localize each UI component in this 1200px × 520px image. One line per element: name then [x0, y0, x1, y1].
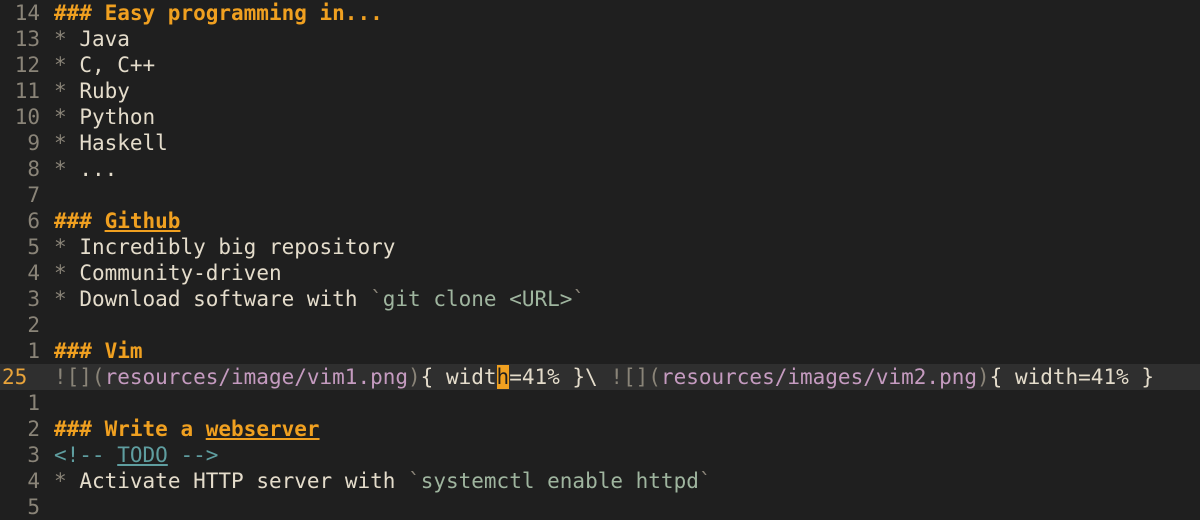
- line-number: 7: [27, 183, 40, 207]
- editor-line[interactable]: 1: [0, 390, 1200, 416]
- line-number: 13: [14, 27, 40, 51]
- list-bullet: *: [54, 53, 67, 77]
- line-number: 1: [27, 391, 40, 415]
- comment-close: -->: [167, 443, 219, 467]
- line-number: 11: [14, 79, 40, 103]
- editor-line[interactable]: 12 * C, C++: [0, 52, 1200, 78]
- list-item-text: Java: [79, 27, 130, 51]
- list-bullet: *: [54, 261, 67, 285]
- line-number: 9: [27, 131, 40, 155]
- heading-marker: ###: [54, 1, 92, 25]
- editor-line[interactable]: 10 * Python: [0, 104, 1200, 130]
- editor-line[interactable]: 6 ### Github: [0, 208, 1200, 234]
- list-bullet: *: [54, 287, 67, 311]
- editor-line[interactable]: 14 ### Easy programming in...: [0, 0, 1200, 26]
- heading-link: webserver: [205, 417, 320, 441]
- list-item-text: Download software with: [79, 287, 371, 311]
- backtick-open: `: [370, 287, 383, 311]
- list-item-text: Incredibly big repository: [79, 235, 396, 259]
- line-number: 8: [27, 157, 40, 181]
- heading-text: Write a: [104, 417, 206, 441]
- line-number: 5: [27, 495, 40, 519]
- image-path: resources/image/vim1.png: [104, 365, 409, 389]
- text-cursor: h: [496, 365, 510, 389]
- line-number: 4: [27, 261, 40, 285]
- list-item-text: Activate HTTP server with: [79, 469, 409, 493]
- editor-line[interactable]: 5 * Incredibly big repository: [0, 234, 1200, 260]
- line-number: 5: [27, 235, 40, 259]
- editor-line[interactable]: 9 * Haskell: [0, 130, 1200, 156]
- heading-marker: ###: [54, 339, 92, 363]
- list-item-text: Ruby: [79, 79, 130, 103]
- heading-link: Github: [104, 209, 181, 233]
- editor-line[interactable]: 1 ### Vim: [0, 338, 1200, 364]
- inline-code: systemctl enable httpd: [420, 469, 699, 493]
- heading-marker: ###: [54, 417, 92, 441]
- line-number: 2: [27, 417, 40, 441]
- list-bullet: *: [54, 157, 67, 181]
- editor-line[interactable]: 2 ### Write a webserver: [0, 416, 1200, 442]
- heading-text: Vim: [104, 339, 143, 363]
- list-item-text: Haskell: [79, 131, 168, 155]
- current-line-number: 25: [2, 365, 28, 389]
- list-bullet: *: [54, 235, 67, 259]
- image-attributes: =41% }: [509, 365, 586, 389]
- list-item-text: Community-driven: [79, 261, 282, 285]
- editor-line[interactable]: 2: [0, 312, 1200, 338]
- list-item-text: Python: [79, 105, 156, 129]
- list-bullet: *: [54, 79, 67, 103]
- todo-marker: TODO: [117, 443, 168, 467]
- line-number: 14: [14, 1, 40, 25]
- list-bullet: *: [54, 131, 67, 155]
- image-attributes: { widt: [420, 365, 497, 389]
- editor-line[interactable]: 5: [0, 494, 1200, 520]
- comment-open: <!--: [54, 443, 118, 467]
- editor-line[interactable]: 4 * Activate HTTP server with `systemctl…: [0, 468, 1200, 494]
- editor-line[interactable]: 3 * Download software with `git clone <U…: [0, 286, 1200, 312]
- list-item-text: C, C++: [79, 53, 156, 77]
- editor-line[interactable]: 3 <!-- TODO -->: [0, 442, 1200, 468]
- line-number: 10: [14, 105, 40, 129]
- line-number: 6: [27, 209, 40, 233]
- heading-marker: ###: [54, 209, 92, 233]
- inline-code: git clone <URL>: [382, 287, 573, 311]
- image-attributes: { width=41% }: [989, 365, 1155, 389]
- editor-line[interactable]: 7: [0, 182, 1200, 208]
- image-syntax-open: ![](: [610, 365, 661, 389]
- editor-line[interactable]: 8 * ...: [0, 156, 1200, 182]
- line-number: 4: [27, 469, 40, 493]
- line-break-escape: \: [585, 365, 611, 389]
- editor-line[interactable]: 11 * Ruby: [0, 78, 1200, 104]
- backtick-close: `: [698, 469, 712, 493]
- backtick-open: `: [408, 469, 421, 493]
- editor-line[interactable]: 4 * Community-driven: [0, 260, 1200, 286]
- heading-text: Easy programming in...: [104, 1, 383, 25]
- editor-buffer[interactable]: 14 ### Easy programming in... 13 * Java …: [0, 0, 1200, 520]
- line-number: 12: [14, 53, 40, 77]
- line-number: 1: [27, 339, 40, 363]
- list-bullet: *: [54, 105, 67, 129]
- line-number: 3: [27, 287, 40, 311]
- backtick-close: `: [572, 287, 586, 311]
- image-path: resources/images/vim2.png: [660, 365, 977, 389]
- editor-line[interactable]: 13 * Java: [0, 26, 1200, 52]
- line-number: 3: [27, 443, 40, 467]
- list-bullet: *: [54, 27, 67, 51]
- image-syntax-close: ): [977, 365, 990, 389]
- list-bullet: *: [54, 469, 67, 493]
- image-syntax-open: ![](: [54, 365, 105, 389]
- image-syntax-close: ): [408, 365, 421, 389]
- line-number: 2: [27, 313, 40, 337]
- list-item-text: ...: [79, 157, 118, 181]
- current-line[interactable]: 25 ![](resources/image/vim1.png){ width=…: [0, 364, 1200, 390]
